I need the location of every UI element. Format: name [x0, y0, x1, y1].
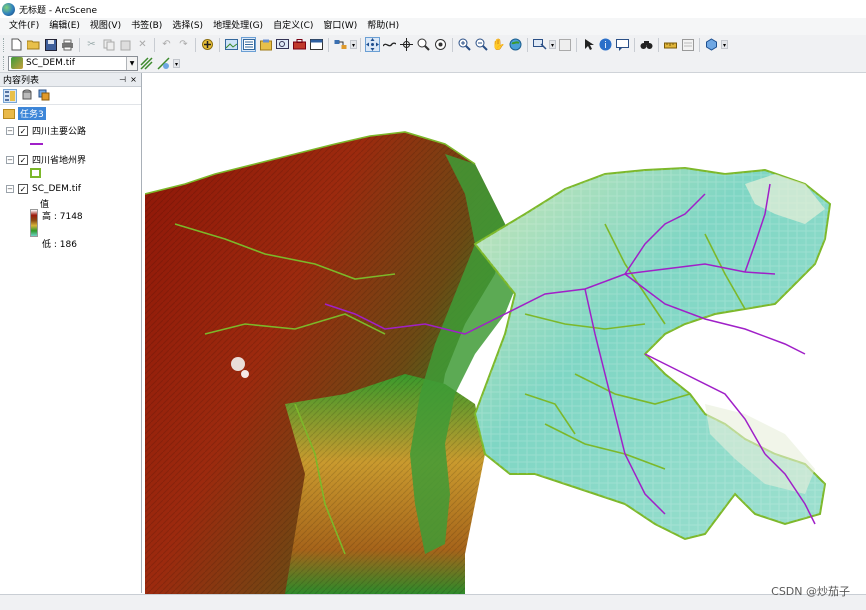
menu-bar: 文件(F) 编辑(E) 视图(V) 书签(B) 选择(S) 地理处理(G) 自定… — [0, 18, 866, 35]
watermark-text: CSDN @炒茄子 — [771, 585, 850, 598]
layer-properties-icon[interactable] — [241, 37, 256, 52]
find-binoculars-icon[interactable] — [639, 37, 654, 52]
fly-icon[interactable] — [382, 37, 397, 52]
snow-peak — [231, 357, 245, 371]
layer-row-boundaries[interactable]: − ✓ 四川省地州界 — [6, 153, 86, 166]
save-icon[interactable] — [43, 37, 58, 52]
new-document-icon[interactable] — [9, 37, 24, 52]
layer-selector-dropdown[interactable]: SC_DEM.tif ▼ — [8, 55, 138, 71]
html-popup-icon[interactable] — [615, 37, 630, 52]
layer-visibility-checkbox[interactable]: ✓ — [18, 154, 28, 165]
layer-transparency-icon[interactable] — [139, 56, 154, 71]
clear-selection-icon[interactable] — [557, 37, 572, 52]
identify-icon[interactable]: i — [598, 37, 613, 52]
dropdown-arrow-icon[interactable]: ▾ — [721, 40, 728, 49]
pin-icon[interactable]: ⊣ — [118, 75, 127, 84]
road-line-symbol[interactable] — [30, 143, 43, 145]
scene-layers-icon — [3, 108, 15, 119]
open-folder-icon[interactable] — [26, 37, 41, 52]
menu-help[interactable]: 帮助(H) — [362, 18, 404, 35]
menu-file[interactable]: 文件(F) — [4, 18, 44, 35]
title-bar: 无标题 - ArcScene — [0, 0, 866, 18]
menu-bookmarks[interactable]: 书签(B) — [126, 18, 167, 35]
3d-effects-icon[interactable] — [704, 37, 719, 52]
arcscene-globe-icon — [2, 2, 15, 16]
set-observer-icon[interactable] — [433, 37, 448, 52]
redo-icon[interactable]: ↷ — [176, 37, 191, 52]
toc-toolbar — [0, 87, 141, 105]
dem-terrain-render[interactable] — [145, 74, 866, 594]
dropdown-arrow-icon[interactable]: ▾ — [549, 40, 556, 49]
select-features-icon[interactable] — [532, 37, 547, 52]
layer-shading-icon[interactable] — [156, 56, 171, 71]
layer-name[interactable]: 四川主要公路 — [32, 124, 86, 137]
layer-name[interactable]: 四川省地州界 — [32, 153, 86, 166]
pan-icon[interactable]: ✋ — [491, 37, 506, 52]
cut-icon[interactable]: ✂ — [84, 37, 99, 52]
elevation-color-ramp[interactable] — [30, 209, 38, 237]
measure-icon[interactable] — [663, 37, 678, 52]
scene-view[interactable] — [145, 74, 866, 594]
center-on-target-icon[interactable] — [399, 37, 414, 52]
copy-icon[interactable] — [101, 37, 116, 52]
menu-selection[interactable]: 选择(S) — [167, 18, 208, 35]
select-elements-icon[interactable] — [581, 37, 596, 52]
boundary-polygon-symbol[interactable] — [30, 168, 41, 178]
menu-view[interactable]: 视图(V) — [85, 18, 126, 35]
collapse-icon[interactable]: − — [6, 155, 14, 164]
chevron-down-icon[interactable]: ▼ — [126, 56, 137, 70]
list-by-drawing-order-icon[interactable] — [3, 88, 17, 103]
animation-panel-icon[interactable] — [680, 37, 695, 52]
layer-row-dem[interactable]: − ✓ SC_DEM.tif — [6, 182, 81, 195]
layer-visibility-checkbox[interactable]: ✓ — [18, 125, 28, 136]
close-icon[interactable]: × — [129, 75, 138, 84]
3d-effects-toolbar: SC_DEM.tif ▼ ▾ — [0, 54, 866, 73]
snow-peak — [241, 370, 249, 378]
dropdown-arrow-icon[interactable]: ▾ — [350, 40, 357, 49]
toc-header: 内容列表 ⊣ × — [0, 73, 141, 87]
menu-window[interactable]: 窗口(W) — [318, 18, 362, 35]
model-builder-icon[interactable] — [333, 37, 348, 52]
window-title: 无标题 - ArcScene — [19, 5, 98, 16]
add-data-icon[interactable] — [200, 37, 215, 52]
scene-name[interactable]: 任务3 — [18, 107, 46, 120]
paste-icon[interactable] — [118, 37, 133, 52]
standard-toolbar: ✂ ✕ ↶ ↷ ▾ ✋ ▾ i ▾ — [0, 35, 866, 54]
dem-low-label: 低 : 186 — [42, 240, 77, 250]
full-extent-icon[interactable] — [508, 37, 523, 52]
layer-selector-value: SC_DEM.tif — [26, 58, 75, 68]
dem-high-label: 高 : 7148 — [42, 212, 83, 222]
zoom-to-target-icon[interactable] — [416, 37, 431, 52]
undo-icon[interactable]: ↶ — [159, 37, 174, 52]
delete-icon[interactable]: ✕ — [135, 37, 150, 52]
status-bar — [0, 594, 866, 610]
list-by-source-icon[interactable] — [20, 89, 34, 103]
table-of-contents-panel: 内容列表 ⊣ × 任务3 − ✓ 四川主要公路 − ✓ 四川省地州界 − ✓ S… — [0, 73, 142, 593]
toolbar-grip[interactable] — [3, 37, 6, 52]
zoom-out-icon[interactable] — [474, 37, 489, 52]
layer-visibility-checkbox[interactable]: ✓ — [18, 183, 28, 194]
zoom-in-icon[interactable] — [457, 37, 472, 52]
collapse-icon[interactable]: − — [6, 126, 14, 135]
menu-customize[interactable]: 自定义(C) — [268, 18, 318, 35]
arctoolbox-icon[interactable] — [292, 37, 307, 52]
toolbar-grip[interactable] — [3, 56, 6, 70]
python-window-icon[interactable] — [309, 37, 324, 52]
search-window-icon[interactable] — [275, 37, 290, 52]
menu-geoprocessing[interactable]: 地理处理(G) — [208, 18, 268, 35]
dropdown-arrow-icon[interactable]: ▾ — [173, 58, 180, 68]
raster-layer-icon — [11, 57, 23, 69]
collapse-icon[interactable]: − — [6, 184, 14, 193]
toc-title: 内容列表 — [3, 76, 40, 86]
print-icon[interactable] — [60, 37, 75, 52]
list-by-visibility-icon[interactable] — [37, 89, 51, 103]
svg-text:i: i — [604, 41, 607, 51]
catalog-icon[interactable] — [258, 37, 273, 52]
layer-name[interactable]: SC_DEM.tif — [32, 184, 81, 194]
navigate-icon[interactable] — [365, 37, 380, 52]
scene-properties-icon[interactable] — [224, 37, 239, 52]
layer-row-roads[interactable]: − ✓ 四川主要公路 — [6, 124, 86, 137]
menu-edit[interactable]: 编辑(E) — [44, 18, 85, 35]
scene-row[interactable]: 任务3 — [3, 107, 46, 120]
